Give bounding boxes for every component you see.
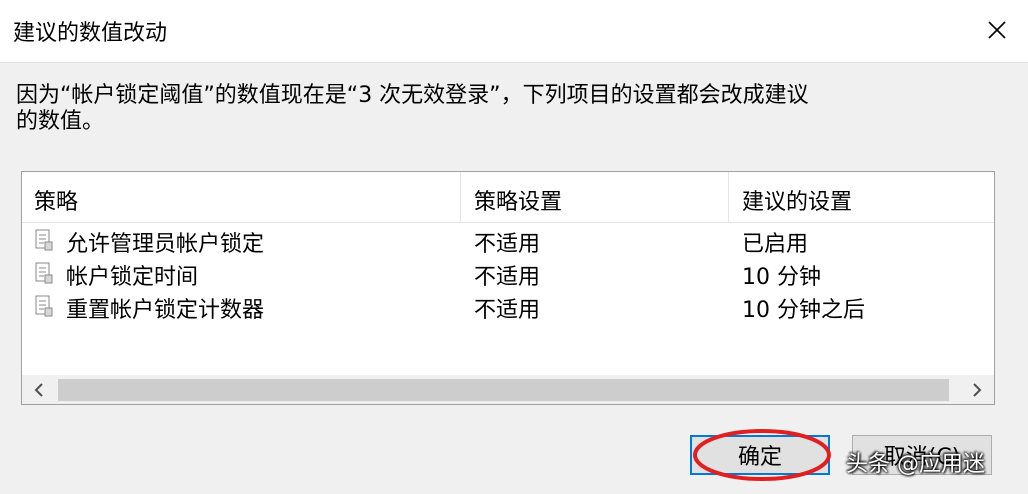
horizontal-scrollbar[interactable]: [22, 375, 994, 404]
close-icon: [988, 21, 1006, 39]
table-row[interactable]: 重置帐户锁定计数器 不适用 10 分钟之后: [22, 289, 994, 323]
ok-button[interactable]: 确定: [690, 435, 830, 475]
column-divider[interactable]: [728, 172, 729, 222]
column-header-suggested-setting[interactable]: 建议的设置: [742, 184, 852, 216]
policy-icon: [35, 229, 53, 251]
title-bar: 建议的数值改动: [0, 0, 1028, 63]
table-row[interactable]: 允许管理员帐户锁定 不适用 已启用: [22, 223, 994, 257]
chevron-left-icon: [34, 382, 43, 397]
policy-name: 允许管理员帐户锁定: [66, 232, 265, 257]
suggested-value-changes-dialog: 建议的数值改动 因为“帐户锁定阈值”的数值现在是“3 次无效登录”，下列项目的设…: [0, 0, 1028, 494]
suggested-setting: 10 分钟之后: [742, 298, 865, 323]
scrollbar-thumb[interactable]: [58, 379, 949, 401]
policy-name: 重置帐户锁定计数器: [66, 298, 265, 323]
policy-setting: 不适用: [474, 298, 541, 323]
scroll-right-button[interactable]: [962, 375, 992, 404]
policy-icon: [35, 295, 53, 317]
chevron-right-icon: [973, 382, 982, 397]
policy-icon: [35, 262, 53, 284]
dialog-message: 因为“帐户锁定阈值”的数值现在是“3 次无效登录”，下列项目的设置都会改成建议 …: [16, 83, 809, 134]
list-header: 策略 策略设置 建议的设置: [22, 172, 994, 223]
close-button[interactable]: [974, 8, 1020, 52]
scroll-left-button[interactable]: [24, 375, 54, 404]
suggested-setting: 10 分钟: [742, 265, 821, 290]
policy-setting: 不适用: [474, 265, 541, 290]
table-row[interactable]: 帐户锁定时间 不适用 10 分钟: [22, 256, 994, 290]
policy-list[interactable]: 策略 策略设置 建议的设置 允许管理员帐户锁定 不适用 已启用 帐户锁定时间 不…: [21, 171, 995, 405]
column-divider[interactable]: [460, 172, 461, 222]
watermark: 头条 @应用迷: [846, 452, 985, 477]
suggested-setting: 已启用: [742, 232, 809, 257]
dialog-title: 建议的数值改动: [13, 21, 168, 46]
policy-setting: 不适用: [474, 232, 541, 257]
column-header-policy-setting[interactable]: 策略设置: [474, 184, 562, 216]
policy-name: 帐户锁定时间: [66, 265, 199, 290]
column-header-policy[interactable]: 策略: [34, 184, 78, 216]
